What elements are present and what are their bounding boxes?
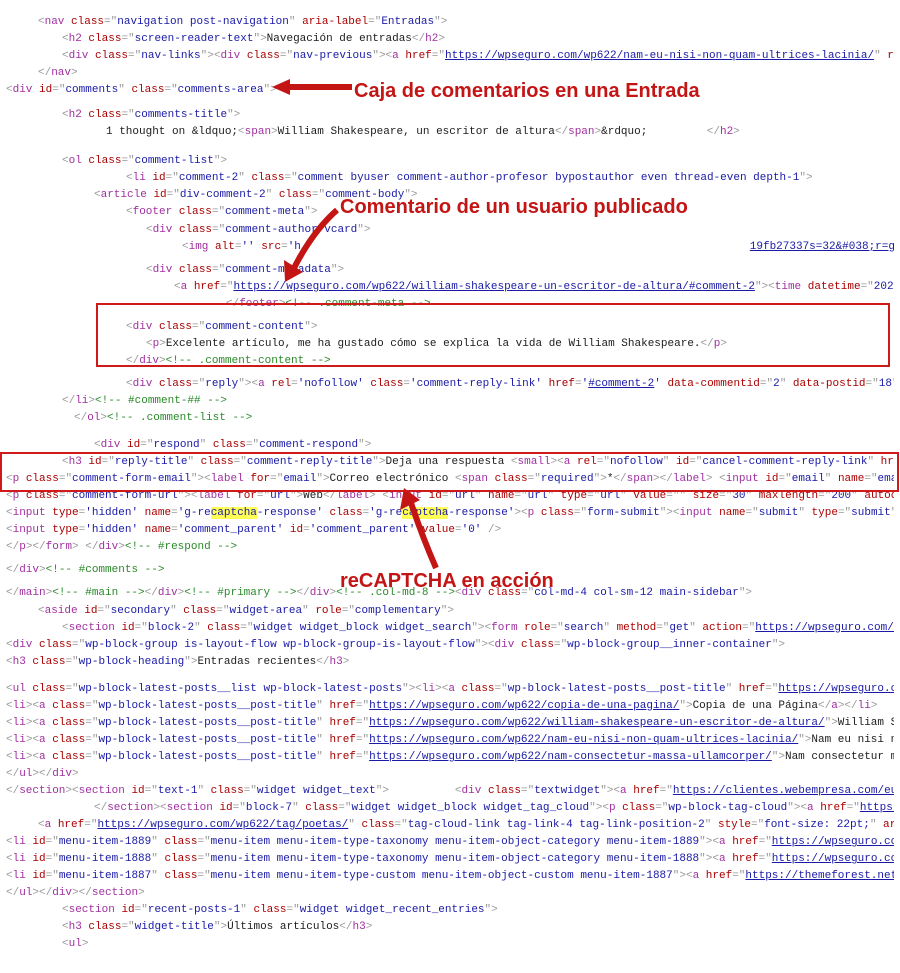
code-line: <ul class="wp-block-latest-posts__list w…	[6, 681, 894, 698]
code-line: <img alt='' src='h 19fb27337s=32&#038;r=…	[6, 239, 894, 256]
code-line: </footer><!-- .comment-meta -->	[6, 296, 894, 313]
code-line: <aside id="secondary" class="widget-area…	[6, 603, 894, 620]
code-line: 1 thought on &ldquo;<span>William Shakes…	[6, 124, 894, 141]
code-line: </li><!-- #comment-## -->	[6, 393, 894, 410]
code-line: </ul></div>	[6, 766, 894, 783]
code-line: <div class="comment-metadata">	[6, 262, 894, 279]
code-line: <h3 class="widget-title">Últimos artícul…	[6, 919, 894, 936]
code-line: <li><a class="wp-block-latest-posts__pos…	[6, 715, 894, 732]
code-line: <nav class="navigation post-navigation" …	[6, 14, 894, 31]
code-line: <p class="comment-form-url"><label for="…	[6, 488, 894, 505]
code-line: <input type='hidden' name='g-recaptcha-r…	[6, 505, 894, 522]
code-line: <li id="comment-2" class="comment byuser…	[6, 170, 894, 187]
code-line: <p class="comment-form-email"><label for…	[6, 471, 894, 488]
code-line: </section><section id="text-1" class="wi…	[6, 783, 894, 800]
code-line: <div class="comment-author vcard">	[6, 222, 894, 239]
code-line: <section id="block-2" class="widget widg…	[6, 620, 894, 637]
code-line: <div class="nav-links"><div class="nav-p…	[6, 48, 894, 65]
code-line: <input type='hidden' name='comment_paren…	[6, 522, 894, 539]
code-line: <li id="menu-item-1888" class="menu-item…	[6, 851, 894, 868]
annotation-recaptcha: reCAPTCHA en acción	[340, 566, 554, 597]
code-line: <section id="recent-posts-1" class="widg…	[6, 902, 894, 919]
code-line: <li id="menu-item-1887" class="menu-item…	[6, 868, 894, 885]
code-line: <li><a class="wp-block-latest-posts__pos…	[6, 749, 894, 766]
code-line: <h3 class="wp-block-heading">Entradas re…	[6, 654, 894, 671]
code-line: </ol><!-- .comment-list -->	[6, 410, 894, 427]
annotation-comments-box: Caja de comentarios en una Entrada	[354, 76, 700, 107]
code-line: </p></form> </div><!-- #respond -->	[6, 539, 894, 556]
code-line: <li><a class="wp-block-latest-posts__pos…	[6, 698, 894, 715]
code-line: <li id="menu-item-1889" class="menu-item…	[6, 834, 894, 851]
code-line: <li><a class="wp-block-latest-posts__pos…	[6, 732, 894, 749]
code-line: <a href="https://wpseguro.com/wp622/tag/…	[6, 817, 894, 834]
code-line: <div class="comment-content">	[6, 319, 894, 336]
code-line: <h3 id="reply-title" class="comment-repl…	[6, 454, 894, 471]
code-line: <div class="wp-block-group is-layout-flo…	[6, 637, 894, 654]
code-line: <a href="https://wpseguro.com/wp622/will…	[6, 279, 894, 296]
code-line: <p>Excelente artículo, me ha gustado cóm…	[6, 336, 894, 353]
code-line: </div><!-- .comment-content -->	[6, 353, 894, 370]
code-line: <ol class="comment-list">	[6, 153, 894, 170]
code-line: <ul>	[6, 936, 894, 953]
annotation-published-comment: Comentario de un usuario publicado	[340, 192, 688, 223]
code-line: <h2 class="screen-reader-text">Navegació…	[6, 31, 894, 48]
code-line: <div id="respond" class="comment-respond…	[6, 437, 894, 454]
code-line: <h2 class="comments-title">	[6, 107, 894, 124]
code-line: <div class="reply"><a rel='nofollow' cla…	[6, 376, 894, 393]
code-line: </ul></div></section>	[6, 885, 894, 902]
